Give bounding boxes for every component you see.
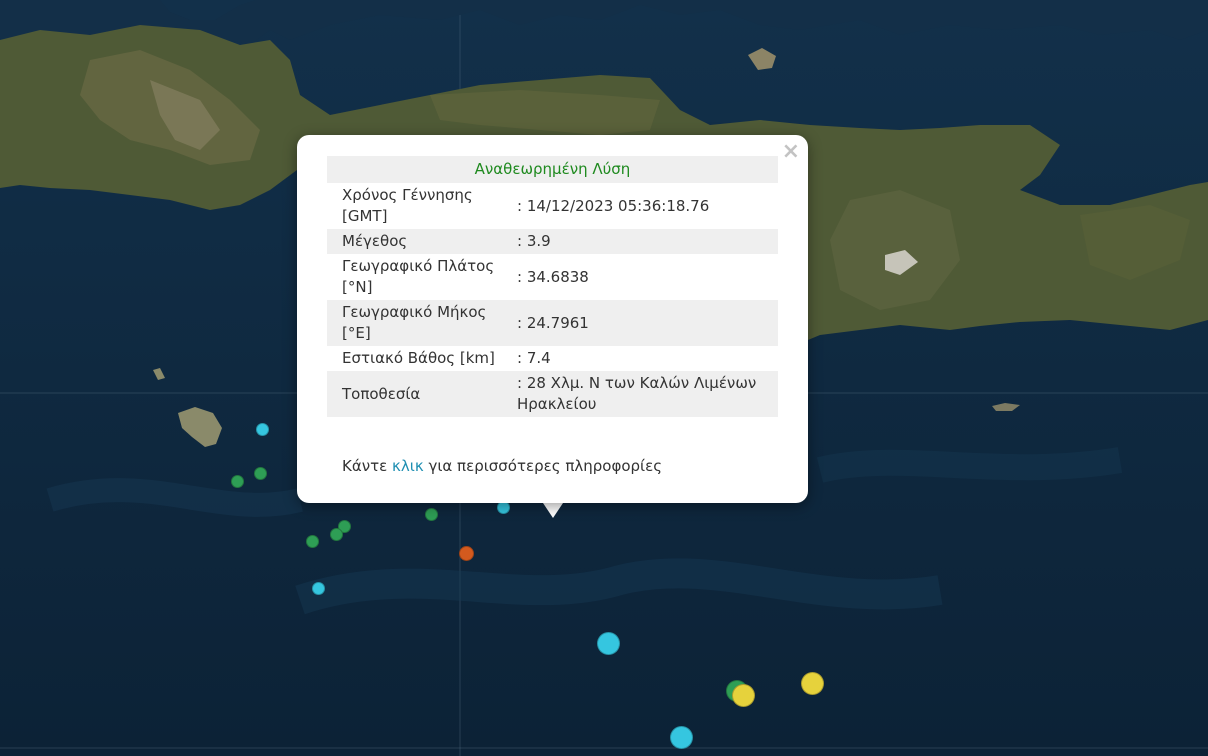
earthquake-marker[interactable] bbox=[670, 726, 693, 749]
earthquake-popup: × Αναθεωρημένη Λύση Χρόνος Γέννησης [GMT… bbox=[297, 135, 808, 503]
detail-value: : 7.4 bbox=[517, 349, 551, 367]
detail-value: : 34.6838 bbox=[517, 267, 589, 286]
earthquake-marker[interactable] bbox=[231, 475, 244, 488]
detail-label: Γεωγραφικό Πλάτος [°N] bbox=[342, 257, 495, 296]
detail-value: : 3.9 bbox=[517, 232, 551, 250]
earthquake-marker[interactable] bbox=[330, 528, 343, 541]
detail-value: : 24.7961 bbox=[517, 313, 589, 332]
detail-row-origin-time: Χρόνος Γέννησης [GMT] : 14/12/2023 05:36… bbox=[327, 183, 778, 229]
event-details-table: Αναθεωρημένη Λύση Χρόνος Γέννησης [GMT] … bbox=[327, 156, 778, 417]
close-icon[interactable]: × bbox=[782, 139, 800, 165]
detail-row-latitude: Γεωγραφικό Πλάτος [°N] : 34.6838 bbox=[327, 254, 778, 300]
earthquake-marker[interactable] bbox=[306, 535, 319, 548]
detail-row-depth: Εστιακό Βάθος [km] : 7.4 bbox=[327, 346, 778, 371]
earthquake-marker[interactable] bbox=[312, 582, 325, 595]
detail-row-location: Τοποθεσία : 28 Χλμ. Ν των Καλών Λιμένων … bbox=[327, 371, 778, 417]
more-info-link[interactable]: κλικ bbox=[392, 457, 424, 475]
earthquake-marker[interactable] bbox=[597, 632, 620, 655]
detail-label: Εστιακό Βάθος [km] bbox=[342, 349, 495, 367]
detail-row-longitude: Γεωγραφικό Μήκος [°E] : 24.7961 bbox=[327, 300, 778, 346]
detail-value: : 14/12/2023 05:36:18.76 bbox=[517, 196, 710, 215]
detail-label: Χρόνος Γέννησης [GMT] bbox=[342, 186, 473, 225]
popup-title-row: Αναθεωρημένη Λύση bbox=[327, 156, 778, 183]
detail-label: Τοποθεσία bbox=[342, 384, 421, 403]
more-info-line: Κάντε κλικ για περισσότερες πληροφορίες bbox=[342, 457, 662, 475]
earthquake-marker[interactable] bbox=[459, 546, 474, 561]
detail-label: Μέγεθος bbox=[342, 232, 408, 250]
earthquake-marker[interactable] bbox=[801, 672, 824, 695]
earthquake-marker[interactable] bbox=[732, 684, 755, 707]
popup-title: Αναθεωρημένη Λύση bbox=[474, 160, 631, 178]
earthquake-marker[interactable] bbox=[425, 508, 438, 521]
earthquake-marker[interactable] bbox=[256, 423, 269, 436]
earthquake-marker[interactable] bbox=[254, 467, 267, 480]
more-info-prefix: Κάντε bbox=[342, 457, 388, 475]
detail-row-magnitude: Μέγεθος : 3.9 bbox=[327, 229, 778, 254]
more-info-suffix: για περισσότερες πληροφορίες bbox=[428, 457, 663, 475]
detail-value: : 28 Χλμ. Ν των Καλών Λιμένων Ηρακλείου bbox=[517, 374, 757, 413]
detail-label: Γεωγραφικό Μήκος [°E] bbox=[342, 303, 487, 342]
